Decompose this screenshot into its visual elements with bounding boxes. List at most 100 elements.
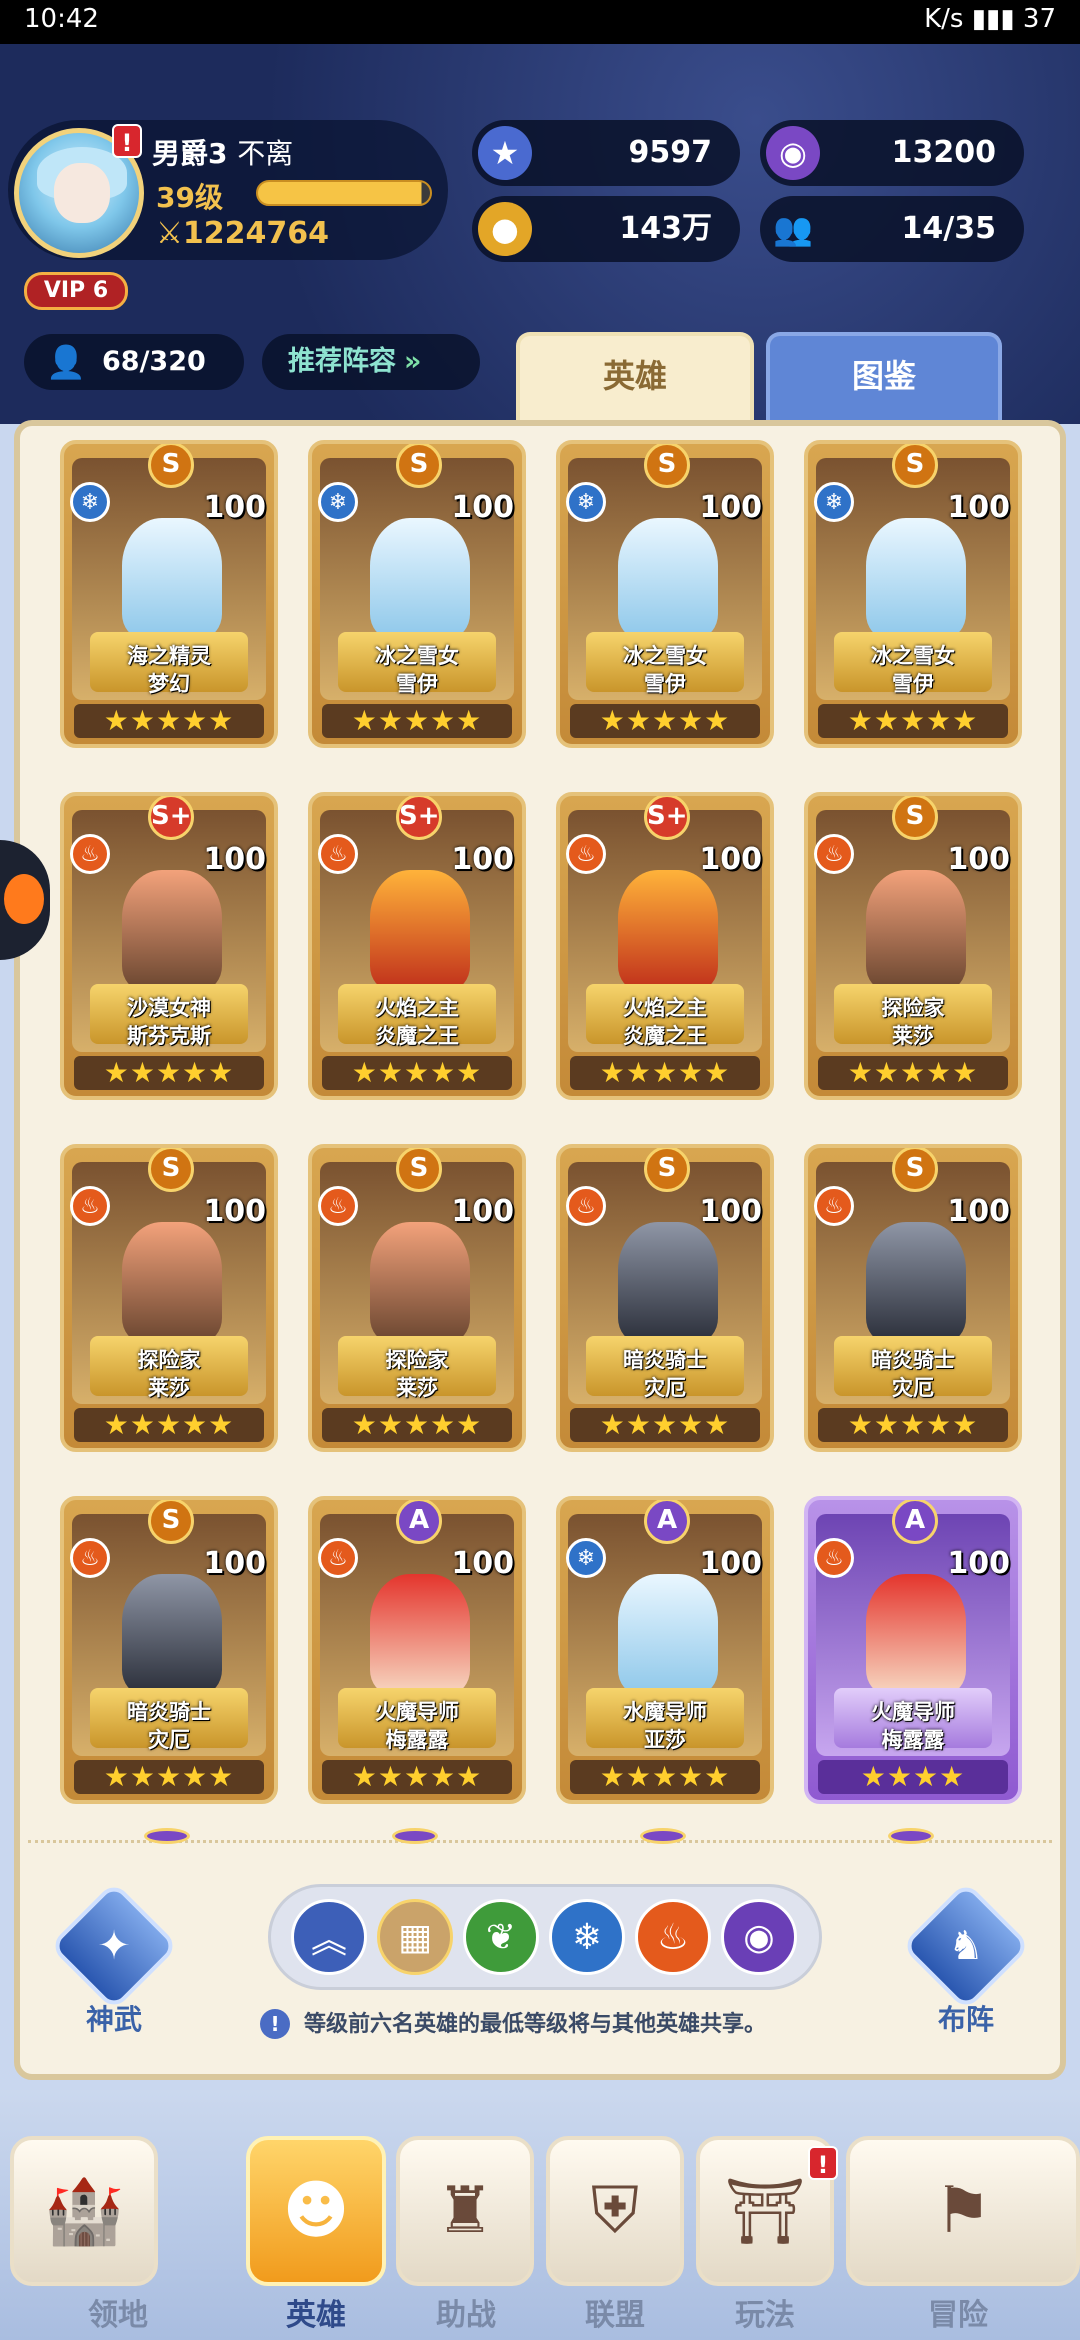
hero-portrait — [370, 1222, 470, 1342]
resource-friends[interactable]: 👥 14/35 — [760, 196, 1024, 262]
hero-name: 灾厄 — [892, 1376, 934, 1400]
hero-card[interactable]: S ❄ 100 海之精灵 梦幻 ★★★★★ — [60, 440, 278, 748]
hero-name: 梅露露 — [881, 1728, 945, 1752]
vip-badge[interactable]: VIP 6 — [24, 272, 128, 310]
purple-orbs-value: 13200 — [891, 135, 996, 170]
hero-card[interactable]: S ♨ 100 探险家 莱莎 ★★★★★ — [804, 792, 1022, 1100]
hero-name: 雪伊 — [892, 672, 934, 696]
grade-badge: S — [396, 444, 442, 488]
chevrons-up-icon[interactable]: ︽ — [291, 1899, 367, 1975]
hero-card[interactable]: S ♨ 100 暗炎骑士 灾厄 ★★★★★ — [804, 1144, 1022, 1452]
tab-codex[interactable]: 图鉴 — [766, 332, 1002, 428]
hero-card[interactable]: S ❄ 100 冰之雪女 雪伊 ★★★★★ — [556, 440, 774, 748]
nav-territory-label: 领地 — [88, 2298, 148, 2333]
next-row-grade-badge — [640, 1828, 686, 1844]
nav-adventure[interactable]: ⚑ — [846, 2136, 1080, 2286]
hero-portrait — [370, 1574, 470, 1694]
user-add-icon: 👤 — [46, 343, 86, 381]
divine-weapon-button[interactable]: ✦ 神武 — [48, 1880, 180, 2038]
leaf-icon[interactable]: ❦ — [463, 1899, 539, 1975]
flame-icon[interactable]: ♨ — [635, 1899, 711, 1975]
flag-icon: ⚑ — [934, 2174, 992, 2248]
grade-badge: S — [148, 444, 194, 488]
hero-card[interactable]: S ♨ 100 暗炎骑士 灾厄 ★★★★★ — [556, 1144, 774, 1452]
flame-icon: ♨ — [70, 1186, 110, 1226]
grid-icon[interactable]: ▦ — [377, 1899, 453, 1975]
grade-badge: S — [644, 1148, 690, 1192]
recommend-lineup-button[interactable]: 推荐阵容 » — [262, 334, 480, 390]
hero-level: 100 — [947, 1194, 1010, 1229]
player-name: 男爵3 不离 — [152, 132, 293, 172]
snowflake-icon[interactable]: ❄ — [549, 1899, 625, 1975]
nav-heroes[interactable]: ☻ — [246, 2136, 386, 2286]
player-title: 男爵3 — [152, 137, 228, 170]
hero-count-chip[interactable]: 👤 68/320 — [24, 334, 244, 390]
info-notice: ! 等级前六名英雄的最低等级将与其他英雄共享。 — [260, 2006, 766, 2039]
star-rating: ★★★★★ — [818, 704, 1008, 738]
purple-orb-icon: ◉ — [766, 126, 820, 180]
resource-star-gems[interactable]: ★ 9597 — [472, 120, 740, 186]
winged-emblem-icon: ✦ — [48, 1880, 180, 2012]
next-row-grade-badge — [144, 1828, 190, 1844]
star-rating: ★★★★★ — [74, 1056, 264, 1090]
hero-title: 沙漠女神 — [127, 996, 211, 1020]
hero-title: 冰之雪女 — [871, 644, 955, 668]
star-rating: ★★★★ — [818, 1760, 1008, 1794]
nav-territory[interactable]: 🏰 — [10, 2136, 158, 2286]
hero-name: 莱莎 — [148, 1376, 190, 1400]
hero-card[interactable]: S ♨ 100 探险家 莱莎 ★★★★★ — [308, 1144, 526, 1452]
gate-icon: ⛩ — [724, 2174, 806, 2249]
grade-badge: S+ — [148, 796, 194, 840]
hero-card[interactable]: A ♨ 100 火魔导师 梅露露 ★★★★ — [804, 1496, 1022, 1804]
player-level: 39级 — [156, 181, 223, 214]
hero-name: 灾厄 — [644, 1376, 686, 1400]
flame-icon: ♨ — [318, 834, 358, 874]
formation-button[interactable]: ♞ 布阵 — [900, 1880, 1032, 2038]
hero-name: 莱莎 — [396, 1376, 438, 1400]
tab-heroes[interactable]: 英雄 — [516, 332, 754, 428]
hero-card[interactable]: A ♨ 100 火魔导师 梅露露 ★★★★★ — [308, 1496, 526, 1804]
player-power: ⚔1224764 — [156, 216, 329, 251]
hero-card[interactable]: S ❄ 100 冰之雪女 雪伊 ★★★★★ — [308, 440, 526, 748]
hero-level: 100 — [451, 490, 514, 525]
flame-icon: ♨ — [566, 1186, 606, 1226]
hero-card[interactable]: S ♨ 100 探险家 莱莎 ★★★★★ — [60, 1144, 278, 1452]
orange-creature-icon — [4, 874, 44, 924]
resource-purple-orbs[interactable]: ◉ 13200 — [760, 120, 1024, 186]
grade-badge: S — [892, 444, 938, 488]
hero-title: 冰之雪女 — [375, 644, 459, 668]
hero-title: 探险家 — [385, 1348, 449, 1372]
nav-adventure-label: 冒险 — [928, 2298, 988, 2333]
eye-icon[interactable]: ◉ — [721, 1899, 797, 1975]
hero-card[interactable]: S ♨ 100 暗炎骑士 灾厄 ★★★★★ — [60, 1496, 278, 1804]
hero-card[interactable]: A ❄ 100 水魔导师 亚莎 ★★★★★ — [556, 1496, 774, 1804]
grade-badge: A — [892, 1500, 938, 1544]
nav-assist[interactable]: ♜ — [396, 2136, 534, 2286]
hero-icon: ☻ — [282, 2174, 350, 2248]
flame-icon: ♨ — [70, 1538, 110, 1578]
hero-card[interactable]: S+ ♨ 100 火焰之主 炎魔之王 ★★★★★ — [556, 792, 774, 1100]
grade-badge: S — [892, 1148, 938, 1192]
chess-knight-icon: ♞ — [900, 1880, 1032, 2012]
hero-card[interactable]: S+ ♨ 100 火焰之主 炎魔之王 ★★★★★ — [308, 792, 526, 1100]
hero-level: 100 — [947, 1546, 1010, 1581]
swords-icon: ⚔ — [156, 216, 183, 251]
nav-alliance[interactable]: ⛨ — [546, 2136, 684, 2286]
star-rating: ★★★★★ — [570, 1056, 760, 1090]
hero-level: 100 — [203, 490, 266, 525]
next-row-grade-badge — [392, 1828, 438, 1844]
hero-title: 暗炎骑士 — [623, 1348, 707, 1372]
player-nickname: 不离 — [237, 137, 294, 170]
grade-badge: S — [148, 1148, 194, 1192]
tab-codex-label: 图鉴 — [851, 357, 916, 395]
users-icon: 👥 — [773, 210, 813, 248]
info-icon: ! — [260, 2009, 290, 2039]
castle-icon: 🏰 — [44, 2174, 124, 2249]
hero-card[interactable]: S+ ♨ 100 沙漠女神 斯芬克斯 ★★★★★ — [60, 792, 278, 1100]
nav-gameplay-label: 玩法 — [735, 2298, 795, 2333]
hero-portrait — [122, 1222, 222, 1342]
resource-gold[interactable]: ● 143万 — [472, 196, 740, 262]
hero-name: 炎魔之王 — [623, 1024, 707, 1048]
hero-title: 火魔导师 — [871, 1700, 955, 1724]
hero-card[interactable]: S ❄ 100 冰之雪女 雪伊 ★★★★★ — [804, 440, 1022, 748]
